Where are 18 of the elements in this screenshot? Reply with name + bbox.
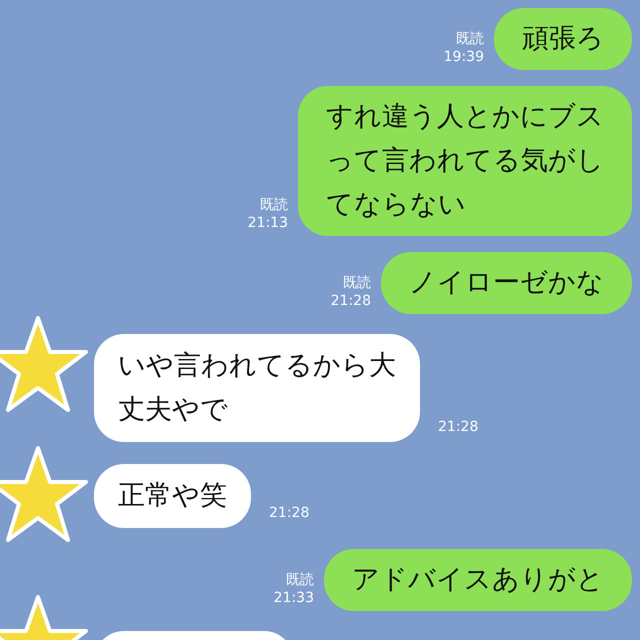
read-receipt: 既読 bbox=[286, 571, 314, 589]
message-text: 頑張ろ bbox=[522, 23, 604, 54]
message-time: 19:39 bbox=[444, 48, 484, 66]
message-text: アドバイスありがと bbox=[352, 564, 604, 595]
message-time: 21:28 bbox=[330, 292, 371, 310]
star-icon bbox=[0, 314, 88, 414]
read-receipt: 既読 bbox=[260, 196, 288, 214]
read-receipt: 既読 bbox=[343, 274, 371, 292]
message-time: 21:13 bbox=[248, 214, 288, 232]
message-text: ノイローゼかな bbox=[409, 267, 604, 298]
message-time: 21:28 bbox=[438, 418, 478, 436]
message-text: すれ違う人とかにブス って言われてる気がし てならない bbox=[326, 101, 604, 220]
message-time: 21:33 bbox=[274, 589, 314, 607]
message-time: 21:28 bbox=[269, 504, 310, 522]
star-icon bbox=[0, 444, 88, 544]
message-text: いや言われてるから大 丈夫やで bbox=[118, 350, 396, 425]
message-text: 正常や笑 bbox=[118, 480, 227, 511]
read-receipt: 既読 bbox=[456, 30, 484, 48]
